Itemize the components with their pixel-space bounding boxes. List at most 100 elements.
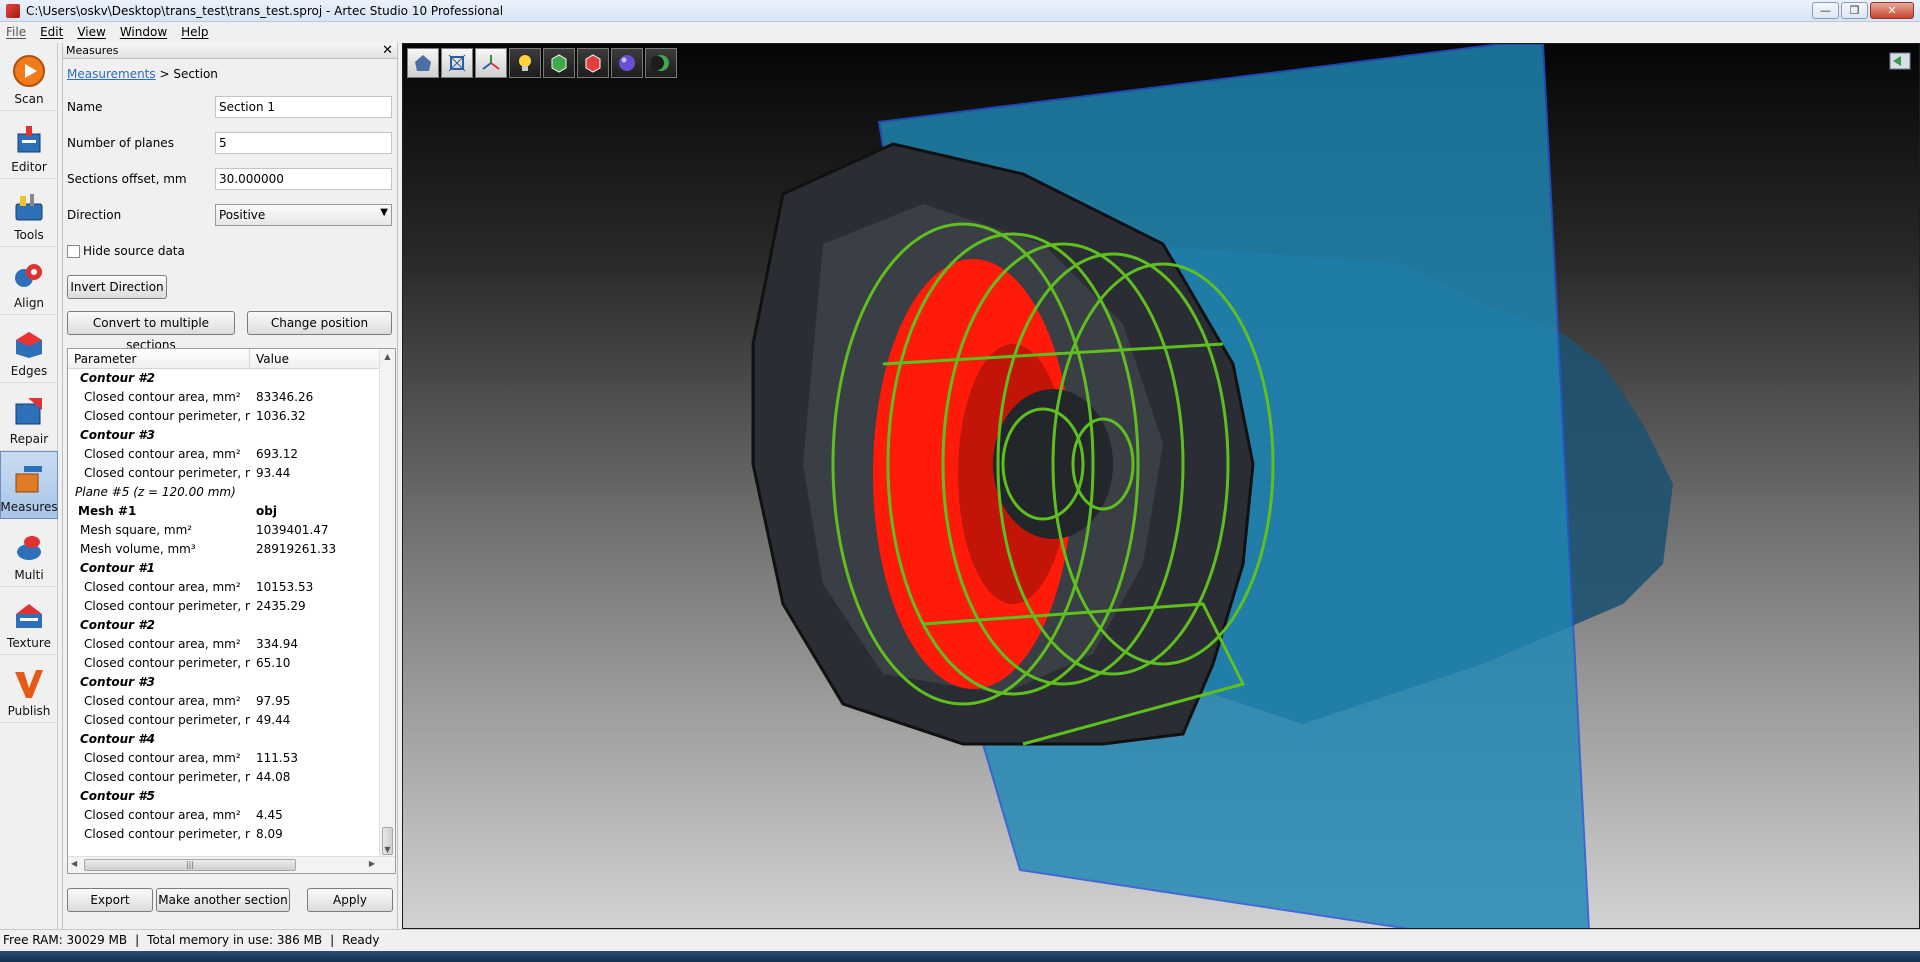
parameter-cell: Closed contour area, mm² <box>84 751 241 765</box>
menu-file[interactable]: File <box>6 25 26 39</box>
table-row[interactable]: Mesh square, mm² 1039401.47 <box>68 521 395 540</box>
tool-scan[interactable]: Scan <box>0 43 58 111</box>
parameter-cell: Closed contour perimeter, mm <box>84 770 250 784</box>
value-cell <box>250 730 395 749</box>
parameter-cell: Contour #4 <box>80 732 155 746</box>
table-row[interactable]: Closed contour perimeter, mm 8.09 <box>68 825 395 844</box>
table-row[interactable]: Closed contour perimeter, mm 49.44 <box>68 711 395 730</box>
export-button[interactable]: Export <box>67 888 153 912</box>
parameters-table: Parameter Value Contour #2 Closed contour… <box>67 348 396 874</box>
table-row[interactable]: Closed contour area, mm² 111.53 <box>68 749 395 768</box>
column-header-parameter[interactable]: Parameter <box>68 349 250 368</box>
green-cube-button[interactable] <box>543 48 575 78</box>
viewport-toolbar <box>407 48 677 78</box>
name-input[interactable] <box>215 96 392 118</box>
table-row[interactable]: Mesh #1 obj <box>68 502 395 521</box>
fit-view-button[interactable] <box>441 48 473 78</box>
table-row[interactable]: Closed contour perimeter, mm 65.10 <box>68 654 395 673</box>
breadcrumb: Measurements > Section <box>67 67 218 81</box>
light-button[interactable] <box>509 48 541 78</box>
breadcrumb-separator: > <box>155 67 174 81</box>
panel-close-icon[interactable]: ✕ <box>382 43 393 58</box>
convert-sections-button[interactable]: Convert to multiple sections <box>67 311 235 352</box>
direction-select[interactable]: Positive ▼ <box>215 204 392 226</box>
table-row[interactable]: Contour #3 <box>68 426 395 445</box>
parameter-cell: Closed contour perimeter, mm <box>84 409 250 423</box>
table-row[interactable]: Contour #2 <box>68 616 395 635</box>
make-another-section-button[interactable]: Make another section <box>156 888 290 912</box>
offset-label: Sections offset, mm <box>67 172 187 186</box>
tool-repair[interactable]: Repair <box>0 383 58 451</box>
table-row[interactable]: Contour #2 <box>68 369 395 388</box>
sphere-button[interactable] <box>611 48 643 78</box>
panel-toggle-icon[interactable] <box>1889 52 1911 70</box>
tools-icon <box>15 194 43 221</box>
menu-help[interactable]: Help <box>181 25 208 39</box>
column-header-value[interactable]: Value <box>250 349 395 368</box>
axes-button[interactable] <box>475 48 507 78</box>
parameter-cell: Mesh #1 <box>78 504 137 518</box>
value-cell <box>250 616 395 635</box>
table-row[interactable]: Closed contour area, mm² 10153.53 <box>68 578 395 597</box>
invert-direction-button[interactable]: Invert Direction <box>67 275 167 299</box>
change-position-button[interactable]: Change position <box>247 311 392 335</box>
table-row[interactable]: Contour #3 <box>68 673 395 692</box>
menu-view[interactable]: View <box>77 25 105 39</box>
tool-editor[interactable]: Editor <box>0 111 58 179</box>
vertical-scrollbar[interactable]: ▲ ▼ <box>379 349 395 858</box>
table-row[interactable]: Closed contour area, mm² 334.94 <box>68 635 395 654</box>
horizontal-scrollbar[interactable]: ◀ ||| ▶ <box>68 856 395 873</box>
table-row[interactable]: Closed contour perimeter, mm 44.08 <box>68 768 395 787</box>
table-row[interactable]: Closed contour perimeter, mm 1036.32 <box>68 407 395 426</box>
tool-texture[interactable]: Texture <box>0 587 58 655</box>
apply-button[interactable]: Apply <box>307 888 393 912</box>
menu-edit[interactable]: Edit <box>40 25 63 39</box>
close-button[interactable]: ✕ <box>1870 2 1914 19</box>
minimize-button[interactable]: — <box>1812 2 1839 19</box>
table-row[interactable]: Mesh volume, mm³ 28919261.33 <box>68 540 395 559</box>
window-controls: — ❐ ✕ <box>1812 2 1914 19</box>
hscroll-thumb[interactable]: ||| <box>84 859 296 871</box>
tool-label: Align <box>13 296 45 310</box>
publish-icon <box>15 670 43 698</box>
scroll-right-icon[interactable]: ▶ <box>369 859 375 868</box>
tool-tools[interactable]: Tools <box>0 179 58 247</box>
hide-source-checkbox[interactable] <box>67 245 80 258</box>
breadcrumb-measurements-link[interactable]: Measurements <box>67 67 156 81</box>
tool-multi[interactable]: Multi <box>0 519 58 587</box>
table-row[interactable]: Contour #4 <box>68 730 395 749</box>
table-row[interactable]: Closed contour area, mm² 693.12 <box>68 445 395 464</box>
table-row[interactable]: Closed contour area, mm² 97.95 <box>68 692 395 711</box>
parameter-cell: Closed contour area, mm² <box>84 808 241 822</box>
table-row[interactable]: Plane #5 (z = 120.00 mm) <box>68 483 395 502</box>
tool-edges[interactable]: Edges <box>0 315 58 383</box>
tool-measures[interactable]: Measures <box>0 451 58 519</box>
scroll-up-icon[interactable]: ▲ <box>380 349 395 365</box>
table-row[interactable]: Closed contour area, mm² 4.45 <box>68 806 395 825</box>
edges-icon <box>16 332 42 358</box>
parameter-cell: Closed contour area, mm² <box>84 637 241 651</box>
offset-input[interactable] <box>215 168 392 190</box>
planes-input[interactable] <box>215 132 392 154</box>
table-row[interactable]: Closed contour perimeter, mm 2435.29 <box>68 597 395 616</box>
texture-icon <box>16 604 42 628</box>
home-view-button[interactable] <box>407 48 439 78</box>
table-row[interactable]: Contour #1 <box>68 559 395 578</box>
panel-header: Measures ✕ <box>63 43 397 59</box>
table-row[interactable]: Contour #5 <box>68 787 395 806</box>
scroll-left-icon[interactable]: ◀ <box>71 859 77 868</box>
red-cube-button[interactable] <box>577 48 609 78</box>
parameter-cell: Closed contour area, mm² <box>84 390 241 404</box>
crescent-button[interactable] <box>645 48 677 78</box>
3d-viewport[interactable] <box>402 43 1920 929</box>
parameter-cell: Contour #3 <box>80 428 155 442</box>
table-row[interactable]: Closed contour perimeter, mm 93.44 <box>68 464 395 483</box>
parameter-cell: Contour #2 <box>80 371 155 385</box>
tool-publish[interactable]: Publish <box>0 655 58 723</box>
menu-window[interactable]: Window <box>120 25 167 39</box>
table-row[interactable]: Closed contour area, mm² 83346.26 <box>68 388 395 407</box>
restore-button[interactable]: ❐ <box>1841 2 1868 19</box>
value-cell: 334.94 <box>256 637 298 651</box>
direction-label: Direction <box>67 208 122 222</box>
tool-align[interactable]: Align <box>0 247 58 315</box>
